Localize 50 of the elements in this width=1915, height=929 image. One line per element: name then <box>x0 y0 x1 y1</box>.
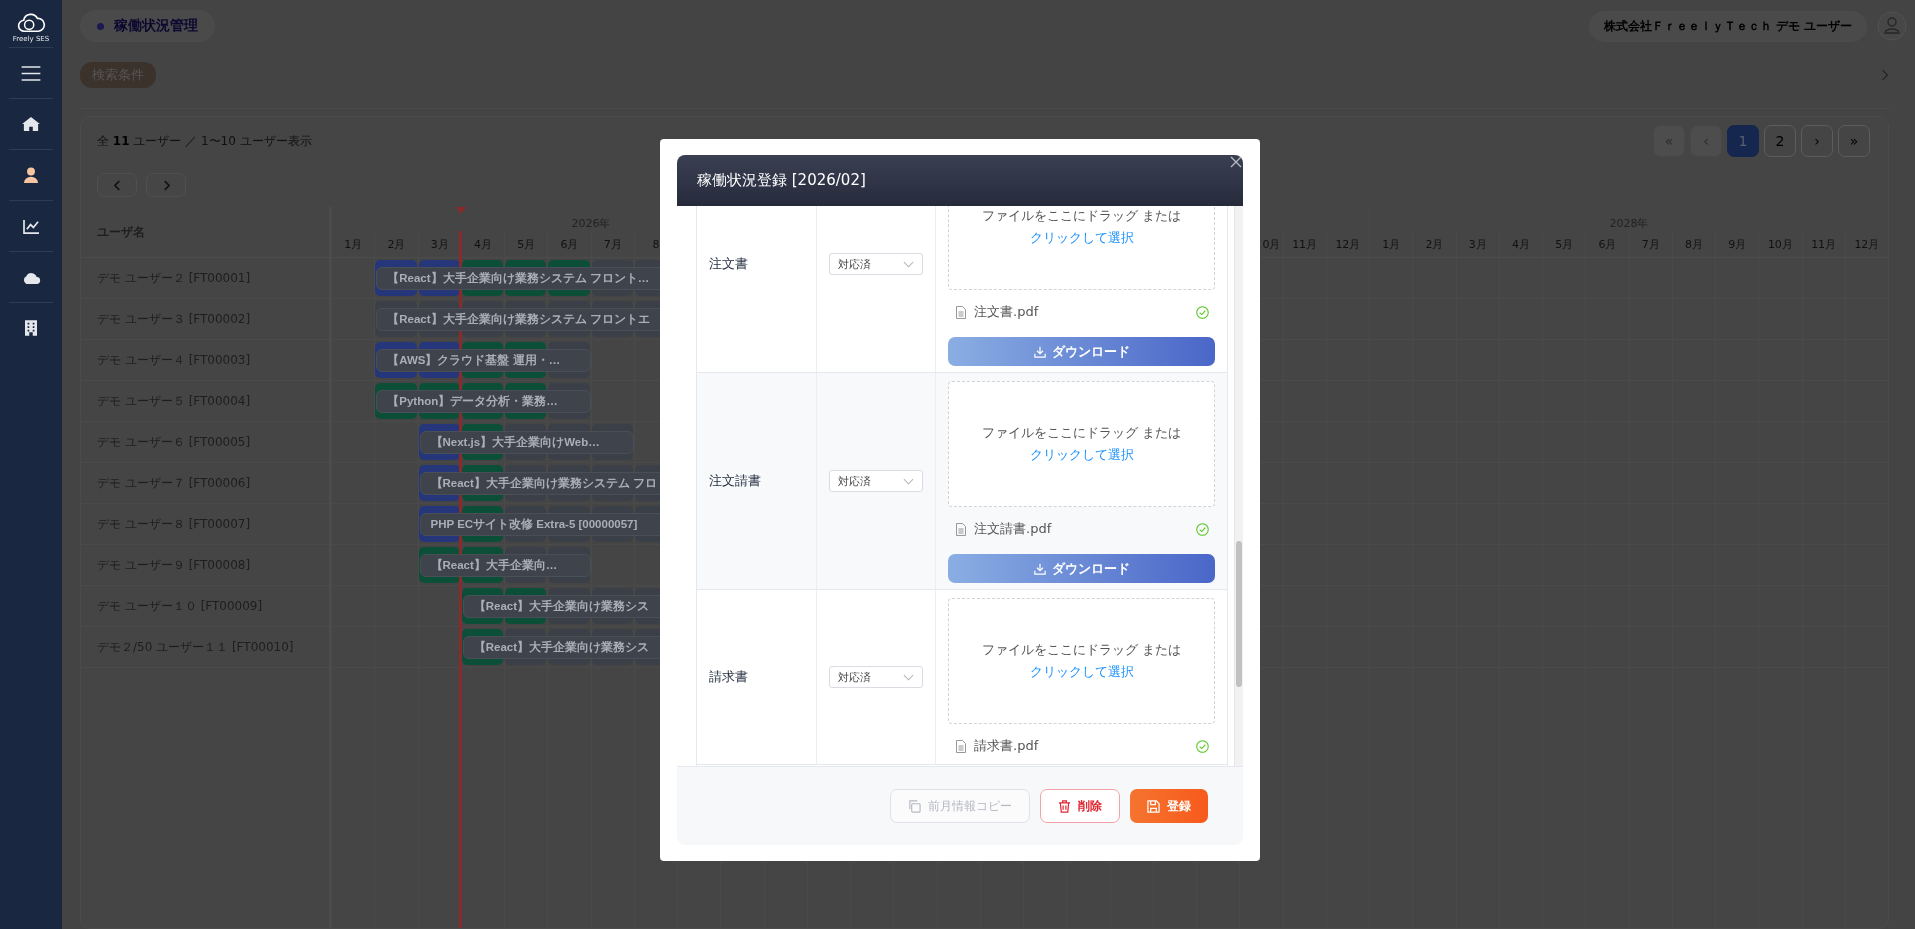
cloud-logo-icon <box>16 12 46 34</box>
chevron-right-icon <box>162 179 170 191</box>
person-icon <box>24 167 38 183</box>
download-button[interactable]: ダウンロード <box>948 554 1215 583</box>
document-icon <box>956 305 966 319</box>
assignment-bar[interactable]: 【Python】データ分析・業務… <box>376 389 591 413</box>
assignment-bar[interactable]: 【React】大手企業向… <box>419 553 591 577</box>
page-button[interactable]: 1 <box>1727 125 1759 157</box>
download-button[interactable]: ダウンロード <box>948 337 1215 366</box>
save-button[interactable]: 登録 <box>1130 789 1208 823</box>
house-icon <box>22 116 40 132</box>
caret-icon <box>903 673 914 681</box>
select-file-link[interactable]: クリックして選択 <box>1029 663 1134 681</box>
drop-hint: ファイルをここにドラッグ または <box>981 641 1182 659</box>
chevron-left-icon <box>113 179 121 191</box>
close-icon[interactable] <box>1230 156 1242 168</box>
drop-hint: ファイルをここにドラッグ または <box>981 207 1182 225</box>
line-chart-icon <box>22 218 40 234</box>
page-title: 稼働状況管理 <box>80 10 215 42</box>
trash-icon <box>1058 799 1071 813</box>
caret-icon <box>903 477 914 485</box>
select-file-link[interactable]: クリックして選択 <box>1029 229 1134 247</box>
scrollbar[interactable] <box>1234 206 1243 766</box>
modal-title: 稼働状況登録 [2026/02] <box>697 171 866 190</box>
file-name[interactable]: 請求書.pdf <box>974 737 1188 755</box>
file-name[interactable]: 注文書.pdf <box>974 303 1188 321</box>
file-drop-zone[interactable]: ファイルをここにドラッグ または クリックして選択 <box>948 206 1215 290</box>
document-label: 注文請書 <box>709 472 761 490</box>
document-icon <box>956 739 966 753</box>
caret-icon <box>903 260 914 268</box>
select-file-link[interactable]: クリックして選択 <box>1029 446 1134 464</box>
delete-button[interactable]: 削除 <box>1040 789 1120 823</box>
status-select[interactable]: 対応済 <box>829 470 923 492</box>
cloud-icon <box>21 270 41 284</box>
download-icon <box>1033 345 1046 358</box>
assignment-bar[interactable]: 【Next.js】大手企業向けWeb… <box>419 430 634 454</box>
file-drop-zone[interactable]: ファイルをここにドラッグ または クリックして選択 <box>948 381 1215 507</box>
triangle-icon <box>455 207 466 214</box>
status-select[interactable]: 対応済 <box>829 253 923 275</box>
file-drop-zone[interactable]: ファイルをここにドラッグ または クリックして選択 <box>948 598 1215 724</box>
download-icon <box>1033 562 1046 575</box>
assignment-bar[interactable]: 【AWS】クラウド基盤 運用・… <box>376 348 591 372</box>
building-icon <box>25 320 37 336</box>
document-label: 請求書 <box>709 668 748 686</box>
copy-icon <box>908 799 921 813</box>
status-select[interactable]: 対応済 <box>829 666 923 688</box>
menu-icon <box>21 65 41 81</box>
file-name[interactable]: 注文請書.pdf <box>974 520 1188 538</box>
drop-hint: ファイルをここにドラッグ または <box>981 424 1182 442</box>
document-icon <box>956 522 966 536</box>
